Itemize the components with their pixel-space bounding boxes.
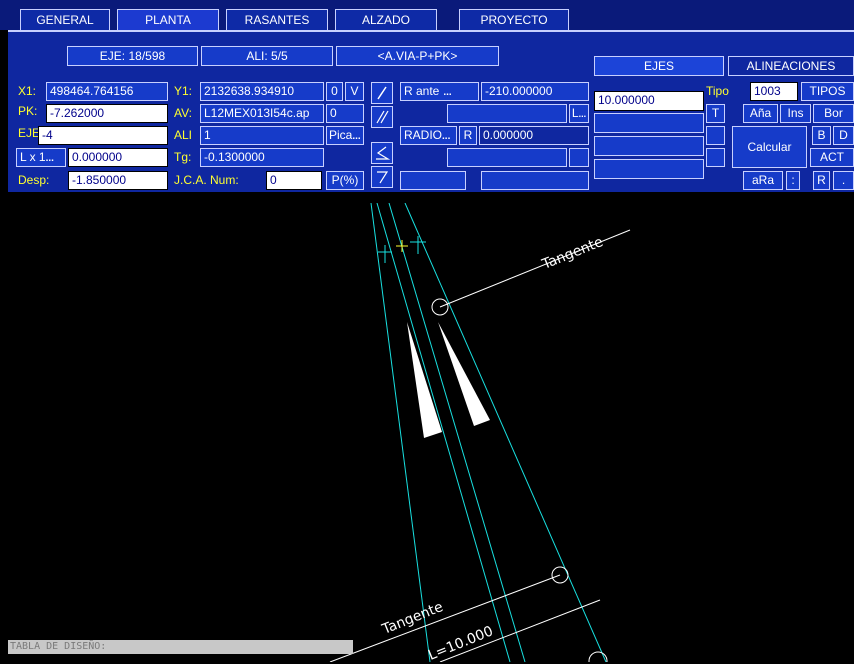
r-ante-button[interactable]: R ante... xyxy=(400,82,479,101)
radio-field[interactable]: 0.000000 xyxy=(479,126,589,145)
v-button[interactable]: V xyxy=(345,82,364,101)
lx1-button[interactable]: L x 1... xyxy=(16,148,66,167)
ali-label: ALI xyxy=(174,128,193,142)
y1-label: Y1: xyxy=(174,84,193,98)
lx1-label: L x 1 xyxy=(20,150,46,164)
l-more: ... xyxy=(578,109,587,119)
l-button[interactable]: L... xyxy=(569,104,589,123)
via-indicator[interactable]: <A.VIA-P+PK> xyxy=(336,46,499,66)
zero2-button[interactable]: 0 xyxy=(326,104,364,123)
ara-button[interactable]: aRa xyxy=(743,171,783,190)
tipo-label: Tipo xyxy=(706,84,729,98)
status-bar: TABLA DE DISEÑO: xyxy=(8,640,353,654)
tg-field[interactable]: -0.1300000 xyxy=(200,148,324,167)
desp-label: Desp: xyxy=(18,173,50,187)
x1-label: X1: xyxy=(18,84,37,98)
radio-button[interactable]: RADIO... xyxy=(400,126,457,145)
pica-more: ... xyxy=(352,131,361,142)
tab-general[interactable]: GENERAL xyxy=(20,9,110,30)
act-button[interactable]: ACT xyxy=(810,148,854,167)
tg-label: Tg: xyxy=(174,150,192,164)
r-ante-field[interactable]: -210.000000 xyxy=(481,82,589,101)
empty-field-4[interactable] xyxy=(481,171,589,190)
jca-label: J.C.A. Num: xyxy=(174,173,239,187)
drawing-canvas[interactable]: Tangente Tangente L=10.000 xyxy=(8,203,854,664)
tab-ejes[interactable]: EJES xyxy=(594,56,724,76)
axis-line-1 xyxy=(370,203,431,662)
axis-line-3 xyxy=(388,203,526,662)
pica-button[interactable]: Pica... xyxy=(326,126,364,145)
ali-indicator: ALI: 5/5 xyxy=(201,46,333,66)
colon-button[interactable]: : xyxy=(786,171,800,190)
y1-field[interactable]: 2132638.934910 xyxy=(200,82,324,101)
wedge-left xyxy=(407,322,442,438)
d-button[interactable]: D xyxy=(833,126,854,145)
b-button[interactable]: B xyxy=(812,126,831,145)
ali-field[interactable]: 1 xyxy=(200,126,324,145)
x1-field[interactable]: 498464.764156 xyxy=(46,82,168,101)
pk-field[interactable]: -7.262000 xyxy=(46,104,168,123)
lx1-field[interactable]: 0.000000 xyxy=(68,148,168,167)
desp-field[interactable]: -1.850000 xyxy=(68,171,168,190)
av-field[interactable]: L12MEX013I54c.ap xyxy=(200,104,324,123)
cross-marker-2 xyxy=(396,240,408,252)
tab-alineaciones[interactable]: ALINEACIONES xyxy=(728,56,854,76)
p-pct-button[interactable]: P(%) xyxy=(326,171,364,190)
empty-field-3[interactable] xyxy=(400,171,466,190)
double-line-tool-icon[interactable] xyxy=(371,106,393,128)
empty-field-2[interactable] xyxy=(447,148,567,167)
r-ante-label: R ante xyxy=(404,84,440,98)
tab-planta[interactable]: PLANTA xyxy=(117,9,219,30)
zero-button[interactable]: 0 xyxy=(326,82,343,101)
jca-field[interactable]: 0 xyxy=(266,171,322,190)
l-label: L xyxy=(571,106,579,120)
ins-button[interactable]: Ins xyxy=(780,104,811,123)
r-button[interactable]: R xyxy=(813,171,830,190)
r-radio-button[interactable]: R xyxy=(459,126,477,145)
empty-box-2[interactable] xyxy=(706,126,725,145)
ejes-row-2[interactable] xyxy=(594,113,704,133)
empty-box-1[interactable] xyxy=(569,148,589,167)
bor-button[interactable]: Bor xyxy=(813,104,854,123)
pica-label: Pica xyxy=(329,128,353,142)
ejes-row-3[interactable] xyxy=(594,136,704,156)
tipos-button[interactable]: TIPOS xyxy=(801,82,854,101)
calcular-button[interactable]: Calcular xyxy=(732,126,807,168)
tab-rasantes[interactable]: RASANTES xyxy=(226,9,328,30)
r-ante-more: ... xyxy=(443,87,452,98)
axis-line-2 xyxy=(376,203,511,662)
radio-more: ... xyxy=(442,131,451,142)
eje-field[interactable]: -4 xyxy=(38,126,168,145)
curve-tool-icon[interactable] xyxy=(371,166,393,188)
radio-label: RADIO xyxy=(404,128,443,142)
empty-field-1[interactable] xyxy=(447,104,567,123)
tab-alzado[interactable]: ALZADO xyxy=(335,9,437,30)
tangent-line-bottom-2 xyxy=(439,599,601,662)
tipo-field[interactable]: 1003 xyxy=(750,82,798,101)
lx1-more: ... xyxy=(45,153,54,164)
spiral-tool-icon[interactable] xyxy=(371,142,393,164)
dot-button[interactable]: . xyxy=(833,171,854,190)
eje-label: EJE xyxy=(18,126,41,140)
av-label: AV: xyxy=(174,106,193,120)
l-value-field[interactable]: 10.000000 xyxy=(594,91,704,111)
ejes-row-4[interactable] xyxy=(594,159,704,179)
pk-label: PK: xyxy=(18,104,38,118)
ana-button[interactable]: Aña xyxy=(743,104,778,123)
empty-box-3[interactable] xyxy=(706,148,725,167)
eje-indicator: EJE: 18/598 xyxy=(67,46,198,66)
t-button[interactable]: T xyxy=(706,104,725,123)
tab-proyecto[interactable]: PROYECTO xyxy=(459,9,569,30)
line-tool-icon[interactable] xyxy=(371,82,393,104)
